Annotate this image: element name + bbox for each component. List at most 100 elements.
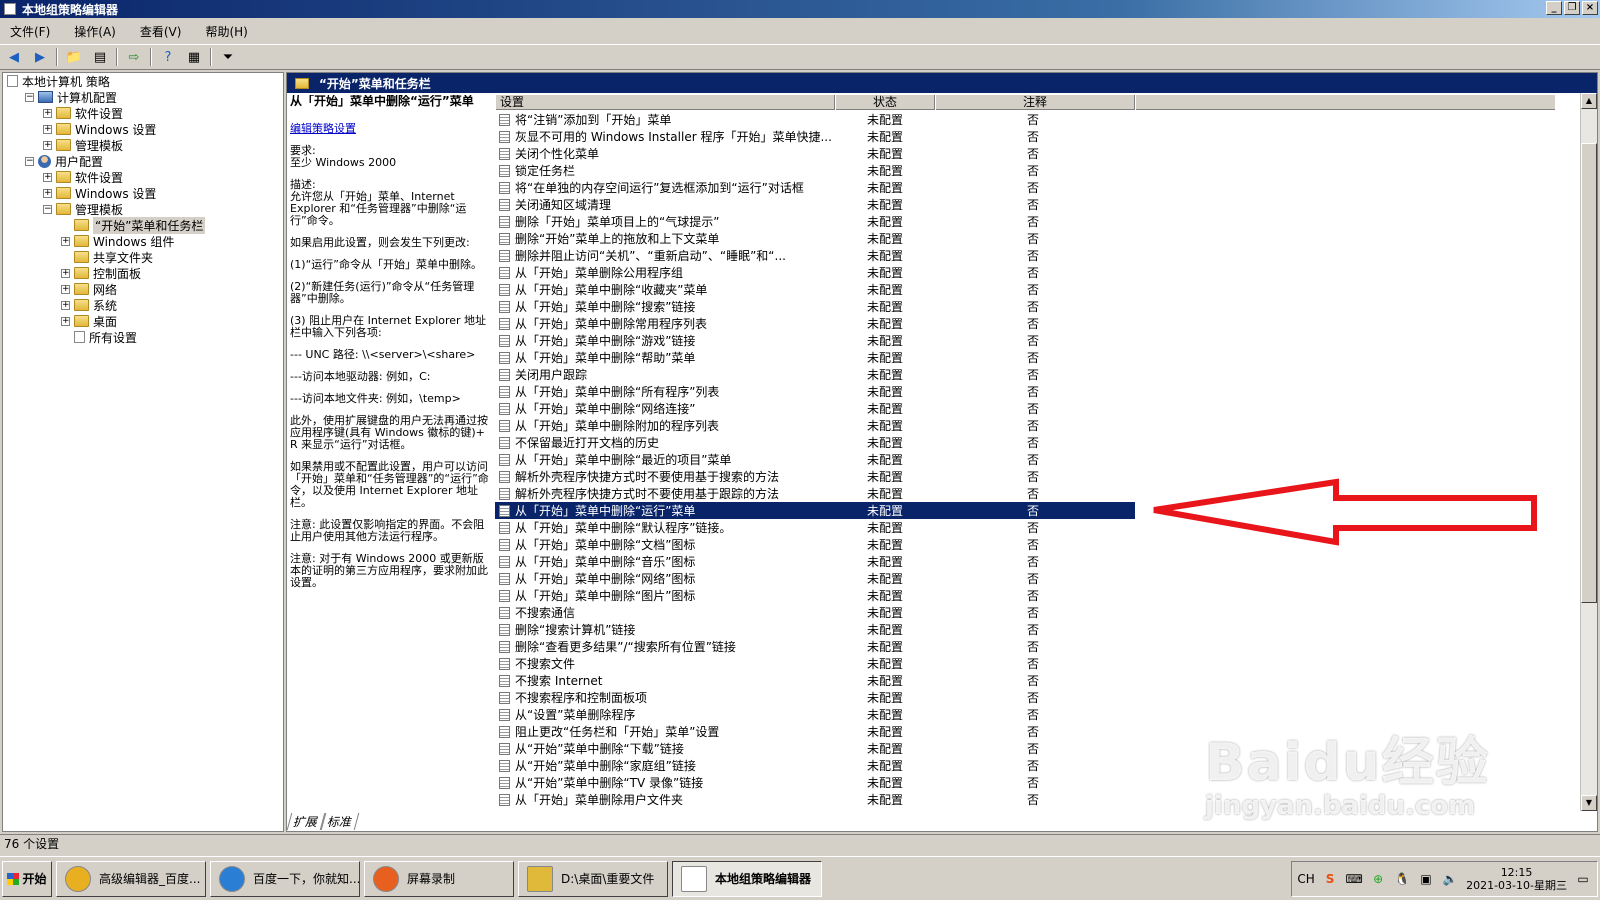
tab-standard[interactable]: 标准	[320, 813, 360, 830]
table-row[interactable]: 将“注销”添加到「开始」菜单 未配置 否	[495, 111, 1555, 128]
table-row[interactable]: 从「开始」菜单中删除“音乐”图标 未配置 否	[495, 553, 1555, 570]
scroll-thumb[interactable]	[1581, 143, 1597, 603]
tree-item[interactable]: + 控制面板	[3, 265, 283, 281]
vertical-scrollbar[interactable]: ▲ ▼	[1580, 93, 1597, 811]
tab-extended[interactable]: 扩展	[286, 813, 326, 830]
collapse-icon[interactable]: −	[25, 92, 34, 102]
taskbar-button[interactable]: 百度一下，你就知...	[210, 860, 360, 897]
table-row[interactable]: 从「开始」菜单删除用户文件夹 未配置 否	[495, 791, 1555, 808]
table-row[interactable]: 不搜索 Internet 未配置 否	[495, 672, 1555, 689]
back-arrow-icon[interactable]: ◀	[4, 48, 24, 66]
table-row[interactable]: 从「开始」菜单中删除常用程序列表 未配置 否	[495, 315, 1555, 332]
expand-icon[interactable]: +	[43, 108, 52, 118]
tree-item[interactable]: + 软件设置	[3, 169, 283, 185]
export-list-icon[interactable]: ⇨	[124, 48, 144, 66]
update-icon[interactable]: ⊕	[1370, 871, 1386, 887]
expand-icon[interactable]: +	[61, 316, 70, 326]
up-folder-icon[interactable]: 📁	[64, 48, 84, 66]
forward-arrow-icon[interactable]: ▶	[30, 48, 50, 66]
tree-item[interactable]: − 管理模板	[3, 201, 283, 217]
table-row[interactable]: 关闭通知区域清理 未配置 否	[495, 196, 1555, 213]
menu-action[interactable]: 操作(A)	[70, 22, 120, 41]
tree-pane[interactable]: 本地计算机 策略 − 计算机配置 + 软件设置 + Windows 设置 + 管理模板 − 用户配置…	[2, 72, 284, 832]
expand-icon[interactable]: +	[43, 140, 52, 150]
clock[interactable]: 12:15 2021-03-10-星期三	[1466, 866, 1567, 892]
edit-policy-link[interactable]: 编辑策略设置	[290, 122, 356, 135]
table-row[interactable]: 不搜索通信 未配置 否	[495, 604, 1555, 621]
close-button[interactable]: ×	[1582, 1, 1598, 15]
expand-icon[interactable]: +	[61, 300, 70, 310]
column-header-comment[interactable]: 注释	[935, 95, 1135, 110]
tree-item[interactable]: + 桌面	[3, 313, 283, 329]
sogou-ime-icon[interactable]: S	[1322, 871, 1338, 887]
table-row[interactable]: 将“在单独的内存空间运行”复选框添加到“运行”对话框 未配置 否	[495, 179, 1555, 196]
tree-item[interactable]: − 用户配置	[3, 153, 283, 169]
expand-icon[interactable]: +	[43, 124, 52, 134]
table-row[interactable]: 不搜索文件 未配置 否	[495, 655, 1555, 672]
taskbar-button[interactable]: 本地组策略编辑器	[672, 860, 822, 897]
menu-help[interactable]: 帮助(H)	[201, 22, 251, 41]
expand-icon[interactable]: +	[61, 268, 70, 278]
tree-item[interactable]: + Windows 设置	[3, 185, 283, 201]
table-row[interactable]: 关闭用户跟踪 未配置 否	[495, 366, 1555, 383]
table-row[interactable]: 关闭个性化菜单 未配置 否	[495, 145, 1555, 162]
tree-item[interactable]: + 系统	[3, 297, 283, 313]
table-row[interactable]: 从「开始」菜单中删除附加的程序列表 未配置 否	[495, 417, 1555, 434]
scroll-down-icon[interactable]: ▼	[1581, 795, 1597, 811]
collapse-icon[interactable]: −	[43, 204, 52, 214]
tree-item[interactable]: + Windows 组件	[3, 233, 283, 249]
show-desktop-icon[interactable]: ▭	[1575, 871, 1591, 887]
table-row[interactable]: 锁定任务栏 未配置 否	[495, 162, 1555, 179]
tree-item[interactable]: 本地计算机 策略	[3, 73, 283, 89]
table-row[interactable]: 删除“搜索计算机”链接 未配置 否	[495, 621, 1555, 638]
table-row[interactable]: 从「开始」菜单中删除“帮助”菜单 未配置 否	[495, 349, 1555, 366]
language-indicator[interactable]: CH	[1297, 871, 1314, 887]
table-row[interactable]: 删除“查看更多结果”/“搜索所有位置”链接 未配置 否	[495, 638, 1555, 655]
tree-item[interactable]: 所有设置	[3, 329, 283, 345]
show-hide-tree-icon[interactable]: ▤	[90, 48, 110, 66]
table-row[interactable]: 从“设置”菜单删除程序 未配置 否	[495, 706, 1555, 723]
table-row[interactable]: 灰显不可用的 Windows Installer 程序「开始」菜单快捷... 未配…	[495, 128, 1555, 145]
expand-icon[interactable]: +	[61, 284, 70, 294]
show-hide-action-pane-icon[interactable]: ▦	[184, 48, 204, 66]
help-icon[interactable]: ?	[158, 48, 178, 66]
scroll-up-icon[interactable]: ▲	[1581, 93, 1597, 109]
menu-file[interactable]: 文件(F)	[6, 22, 54, 41]
table-row[interactable]: 从「开始」菜单中删除“收藏夹”菜单 未配置 否	[495, 281, 1555, 298]
taskbar-button[interactable]: D:\桌面\重要文件	[518, 860, 668, 897]
tree-item[interactable]: + 网络	[3, 281, 283, 297]
start-button[interactable]: 开始	[2, 860, 52, 897]
restore-button[interactable]: ❐	[1564, 1, 1580, 15]
expand-icon[interactable]: +	[61, 236, 70, 246]
tree-item[interactable]: 共享文件夹	[3, 249, 283, 265]
table-row[interactable]: 从「开始」菜单中删除“运行”菜单 未配置 否	[495, 502, 1135, 519]
tree-item[interactable]: + 软件设置	[3, 105, 283, 121]
tree-item[interactable]: + 管理模板	[3, 137, 283, 153]
taskbar-button[interactable]: 高级编辑器_百度...	[56, 860, 206, 897]
table-row[interactable]: 删除「开始」菜单项目上的“气球提示” 未配置 否	[495, 213, 1555, 230]
table-row[interactable]: 从「开始」菜单中删除“游戏”链接 未配置 否	[495, 332, 1555, 349]
expand-icon[interactable]: +	[43, 172, 52, 182]
collapse-icon[interactable]: −	[25, 156, 34, 166]
tree-item[interactable]: “开始”菜单和任务栏	[3, 216, 283, 234]
qq-icon[interactable]: 🐧	[1394, 871, 1410, 887]
table-row[interactable]: 删除并阻止访问“关机”、“重新启动”、“睡眠”和“... 未配置 否	[495, 247, 1555, 264]
table-row[interactable]: 从「开始」菜单中删除“最近的项目”菜单 未配置 否	[495, 451, 1555, 468]
table-row[interactable]: 删除“开始”菜单上的拖放和上下文菜单 未配置 否	[495, 230, 1555, 247]
table-row[interactable]: 不保留最近打开文档的历史 未配置 否	[495, 434, 1555, 451]
expand-icon[interactable]: +	[43, 188, 52, 198]
tree-item[interactable]: + Windows 设置	[3, 121, 283, 137]
table-row[interactable]: 从“开始”菜单中删除“下载”链接 未配置 否	[495, 740, 1555, 757]
keyboard-icon[interactable]: ⌨	[1345, 871, 1362, 887]
tree-item[interactable]: − 计算机配置	[3, 89, 283, 105]
column-header-setting[interactable]: 设置	[495, 95, 835, 110]
table-row[interactable]: 从“开始”菜单中删除“家庭组”链接 未配置 否	[495, 757, 1555, 774]
table-row[interactable]: 从“开始”菜单中删除“TV 录像”链接 未配置 否	[495, 774, 1555, 791]
table-row[interactable]: 阻止更改“任务栏和「开始」菜单”设置 未配置 否	[495, 723, 1555, 740]
table-row[interactable]: 从「开始」菜单中删除“图片”图标 未配置 否	[495, 587, 1555, 604]
volume-icon[interactable]: 🔈	[1442, 871, 1458, 887]
network-icon[interactable]: ▣	[1418, 871, 1434, 887]
table-row[interactable]: 不搜索程序和控制面板项 未配置 否	[495, 689, 1555, 706]
minimize-button[interactable]: _	[1546, 1, 1562, 15]
table-row[interactable]: 从「开始」菜单删除公用程序组 未配置 否	[495, 264, 1555, 281]
